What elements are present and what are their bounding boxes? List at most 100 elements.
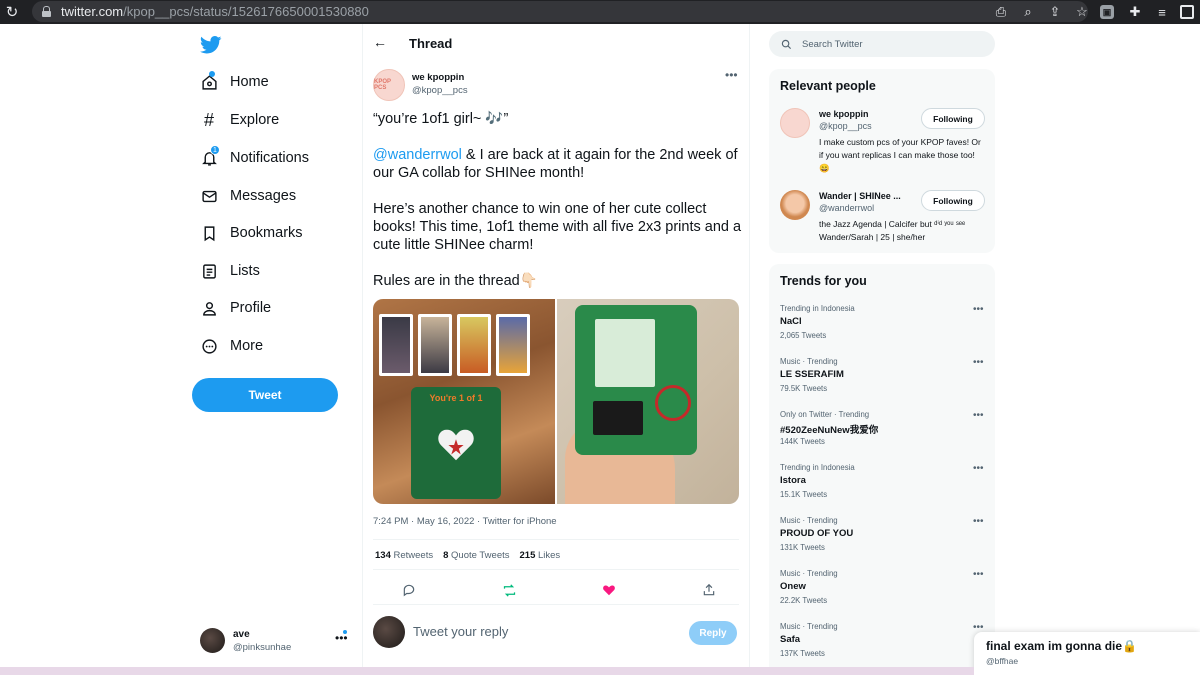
retweet-icon[interactable] (499, 580, 519, 600)
search-icon (781, 39, 792, 49)
notification-badge: 1 (210, 145, 220, 155)
media-image-2[interactable] (557, 299, 739, 504)
person-item[interactable]: we kpoppin @kpop__pcs Following I make c… (780, 108, 988, 178)
share-icon[interactable] (699, 580, 719, 600)
search-input[interactable]: Search Twitter (769, 31, 995, 57)
account-switcher[interactable]: ave @pinksunhae ••• (200, 626, 350, 660)
tweet-line-3: Here’s another chance to win one of her … (373, 201, 742, 253)
mention-link[interactable]: @wanderrwol (373, 147, 462, 163)
avatar (780, 108, 810, 138)
back-arrow-icon[interactable]: ← (373, 34, 387, 50)
nav-bookmarks-label: Bookmarks (230, 225, 303, 241)
nav-explore[interactable]: # Explore (200, 103, 279, 137)
pinned-tweet-toast[interactable]: final exam im gonna die🔒 @bffhae (974, 632, 1200, 675)
install-icon[interactable]: ⎙ (989, 0, 1013, 24)
nav-home[interactable]: Home (200, 65, 269, 99)
nav-profile-label: Profile (230, 300, 272, 316)
trend-item[interactable]: Trending in Indonesia NaCl 2,065 Tweets … (780, 304, 988, 354)
photocard (418, 314, 452, 376)
nav-lists[interactable]: Lists (200, 254, 260, 288)
tweet-button[interactable]: Tweet (192, 378, 338, 412)
avatar (373, 616, 405, 648)
likes-label: Likes (538, 550, 561, 561)
thread-header: ← Thread (363, 24, 749, 64)
photocard (496, 314, 530, 376)
quotes-stat[interactable]: 8 Quote Tweets (443, 550, 509, 561)
share-icon[interactable]: ⇪ (1043, 0, 1067, 24)
tweet-actions (399, 580, 719, 600)
person-item[interactable]: Wander | SHINee ... @wanderrwol Followin… (780, 190, 988, 250)
reply-button[interactable]: Reply (689, 621, 737, 645)
nav-lists-label: Lists (230, 263, 260, 279)
reply-icon[interactable] (399, 580, 419, 600)
zoom-icon[interactable]: ⌕ (1016, 0, 1040, 24)
heart-icon (438, 429, 474, 461)
avatar (780, 190, 810, 220)
lock-icon[interactable] (42, 6, 51, 17)
hashtag-icon: # (203, 109, 214, 130)
trend-name: #520ZeeNuNew我爱你 (780, 425, 879, 436)
account-handle: @pinksunhae (233, 642, 292, 653)
photocard (379, 314, 413, 376)
trend-meta: Only on Twitter · Trending (780, 410, 870, 419)
person-name: we kpoppin (819, 109, 869, 119)
trend-meta: Music · Trending (780, 516, 838, 525)
trend-item[interactable]: Music · Trending Onew 22.2K Tweets ••• (780, 569, 988, 619)
star-icon[interactable]: ☆ (1070, 0, 1094, 24)
media-image-1[interactable]: You're 1 of 1 (373, 299, 555, 504)
more-dots-icon[interactable]: ••• (973, 410, 984, 421)
reload-icon[interactable]: ↻ (0, 0, 24, 24)
tweet-media[interactable]: You're 1 of 1 (373, 299, 739, 504)
person-icon (200, 299, 218, 317)
more-dots-icon[interactable]: ••• (973, 516, 984, 527)
puzzle-icon[interactable]: ✚ (1123, 0, 1147, 24)
nav-messages[interactable]: Messages (200, 179, 296, 213)
following-button[interactable]: Following (921, 190, 985, 211)
right-sidebar: Search Twitter Relevant people we kpoppi… (768, 24, 996, 675)
nav-notifications[interactable]: 1 Notifications (200, 141, 309, 175)
twitter-logo-icon[interactable] (200, 36, 222, 54)
tweet-text: “you’re 1of1 girl~ 🎶” @wanderrwol & I ar… (373, 110, 743, 308)
url-path: /kpop__pcs/status/1526176650001530880 (123, 4, 369, 19)
person-bio: the Jazz Agenda | Calcifer but ᵈⁱᵈ ʸᵒᵘ ˢ… (819, 219, 966, 242)
trend-item[interactable]: Music · Trending Safa 137K Tweets ••• (780, 622, 988, 672)
sidepanel-icon[interactable] (1180, 5, 1194, 19)
author-name[interactable]: we kpoppin (412, 72, 464, 83)
trend-item[interactable]: Trending in Indonesia Istora 15.1K Tweet… (780, 463, 988, 513)
panel-title: Trends for you (780, 274, 867, 288)
more-dots-icon[interactable]: ••• (973, 569, 984, 580)
trend-item[interactable]: Only on Twitter · Trending #520ZeeNuNew我… (780, 410, 988, 460)
reply-input[interactable]: Tweet your reply (413, 624, 508, 639)
trend-count: 144K Tweets (780, 437, 825, 446)
thread-column: ← Thread KPOP PCS we kpoppin @kpop__pcs … (362, 24, 750, 675)
media-queue-icon[interactable]: ≡ (1150, 0, 1174, 24)
more-dots-icon[interactable]: ••• (973, 357, 984, 368)
like-icon[interactable] (599, 580, 619, 600)
trend-name: Safa (780, 634, 801, 645)
likes-stat[interactable]: 215 Likes (520, 550, 561, 561)
trend-item[interactable]: Music · Trending PROUD OF YOU 131K Tweet… (780, 516, 988, 566)
trends-panel: Trends for you Trending in Indonesia NaC… (769, 264, 995, 675)
charm-icon (655, 385, 691, 421)
author-avatar[interactable]: KPOP PCS (373, 69, 405, 101)
extension-icon[interactable]: ▣ (1100, 5, 1114, 19)
more-dots-icon[interactable]: ••• (973, 304, 984, 315)
collect-book-back (575, 305, 697, 455)
nav-profile[interactable]: Profile (200, 291, 271, 325)
address-bar[interactable]: twitter.com/kpop__pcs/status/15261766500… (32, 1, 1088, 22)
person-handle: @wanderrwol (819, 203, 875, 213)
trend-count: 131K Tweets (780, 543, 825, 552)
tweet-more-icon[interactable]: ••• (725, 68, 738, 82)
nav-bookmarks[interactable]: Bookmarks (200, 216, 303, 250)
nav-more-label: More (230, 338, 264, 354)
taskbar-strip (0, 667, 974, 675)
nav-more[interactable]: More (200, 329, 263, 363)
tweet-meta[interactable]: 7:24 PM · May 16, 2022 · Twitter for iPh… (373, 516, 557, 527)
quotes-label: Quote Tweets (451, 550, 510, 561)
retweets-stat[interactable]: 134 Retweets (375, 550, 433, 561)
more-dots-icon[interactable]: ••• (973, 463, 984, 474)
trend-item[interactable]: Music · Trending LE SSERAFIM 79.5K Tweet… (780, 357, 988, 407)
author-handle[interactable]: @kpop__pcs (412, 85, 468, 96)
following-button[interactable]: Following (921, 108, 985, 129)
binder-title: You're 1 of 1 (429, 393, 483, 403)
